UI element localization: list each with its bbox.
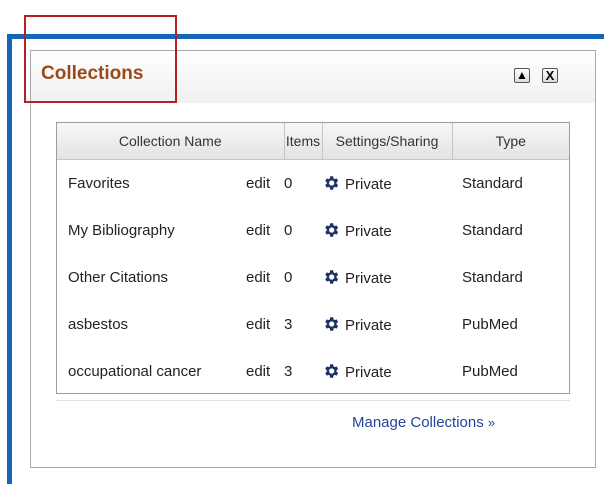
sharing-setting[interactable]: Private — [322, 160, 452, 208]
header-type: Type — [452, 123, 569, 160]
sharing-setting[interactable]: Private — [322, 207, 452, 254]
collection-type: PubMed — [462, 363, 518, 380]
manage-collections-label: Manage Collections — [352, 414, 484, 431]
collection-type: Standard — [462, 175, 523, 192]
gear-icon — [325, 223, 339, 237]
collection-name-link[interactable]: My Bibliography — [57, 207, 246, 254]
collection-type: PubMed — [462, 316, 518, 333]
collection-name-link[interactable]: occupational cancer — [57, 348, 246, 395]
items-count: 3 — [284, 316, 293, 333]
close-button[interactable]: X — [542, 68, 558, 83]
sharing-setting[interactable]: Private — [322, 254, 452, 301]
collection-type: Standard — [462, 269, 523, 286]
edit-link[interactable]: edit — [246, 269, 270, 286]
collection-name-link[interactable]: Other Citations — [57, 254, 246, 301]
table-row: Favorites edit 0 Private Standard — [57, 160, 569, 208]
title-highlight-box — [24, 15, 177, 103]
collection-type: Standard — [462, 222, 523, 239]
edit-link[interactable]: edit — [246, 363, 270, 380]
header-settings-sharing: Settings/Sharing — [322, 123, 453, 160]
items-count: 0 — [284, 222, 293, 239]
edit-link[interactable]: edit — [246, 222, 270, 239]
items-count: 0 — [284, 269, 293, 286]
gear-icon — [325, 317, 339, 331]
table-row: Other Citations edit 0 Private Standard — [57, 254, 569, 301]
sharing-label: Private — [345, 176, 392, 193]
table-row: My Bibliography edit 0 Private Standard — [57, 207, 569, 254]
sharing-label: Private — [345, 223, 392, 240]
gear-icon — [325, 176, 339, 190]
header-collection-name: Collection Name — [57, 123, 285, 160]
items-count: 3 — [284, 363, 293, 380]
manage-collections-link[interactable]: Manage Collections » — [352, 414, 495, 431]
header-items: Items — [284, 123, 323, 160]
table-header-row: Collection Name Items Settings/Sharing T… — [57, 123, 569, 160]
double-chevron-right-icon: » — [487, 415, 496, 430]
collections-table: Collection Name Items Settings/Sharing T… — [56, 122, 570, 394]
sharing-label: Private — [345, 270, 392, 287]
sharing-setting[interactable]: Private — [322, 348, 452, 395]
table-row: occupational cancer edit 3 Private PubMe… — [57, 348, 569, 395]
collection-name-link[interactable]: asbestos — [57, 301, 246, 348]
gear-icon — [325, 364, 339, 378]
gear-icon — [325, 270, 339, 284]
sharing-label: Private — [345, 317, 392, 334]
sharing-label: Private — [345, 364, 392, 381]
edit-link[interactable]: edit — [246, 316, 270, 333]
collection-name-link[interactable]: Favorites — [57, 160, 246, 208]
edit-link[interactable]: edit — [246, 175, 270, 192]
sharing-setting[interactable]: Private — [322, 301, 452, 348]
collapse-button[interactable]: ▲ — [514, 68, 530, 83]
table-row: asbestos edit 3 Private PubMed — [57, 301, 569, 348]
items-count: 0 — [284, 175, 293, 192]
divider — [56, 400, 570, 401]
